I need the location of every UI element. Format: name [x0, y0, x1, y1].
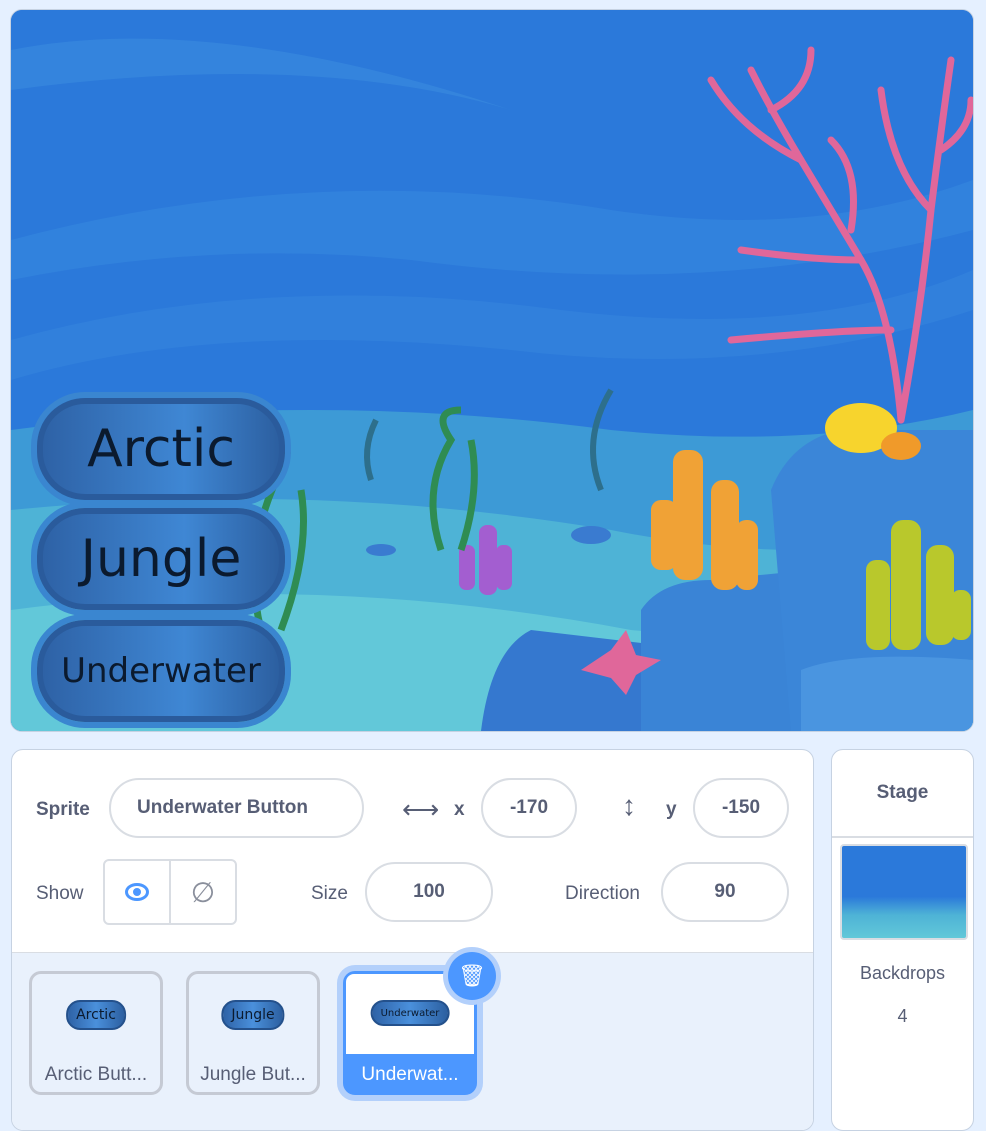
arctic-button-sprite[interactable]: Arctic	[37, 398, 285, 500]
sprite-thumbnail: Arctic	[66, 1000, 126, 1030]
x-label: x	[454, 799, 465, 820]
sprite-thumbnail: Underwater	[370, 1000, 450, 1026]
vertical-arrows-icon: ↕	[622, 790, 636, 821]
show-button[interactable]	[105, 861, 171, 923]
arctic-button-label: Arctic	[87, 419, 235, 479]
sprite-thumbnail: Jungle	[221, 1000, 285, 1030]
y-input[interactable]: -150	[693, 778, 789, 838]
show-label: Show	[36, 883, 84, 904]
stage-canvas[interactable]: Arctic Jungle Underwater	[10, 9, 974, 732]
y-label: y	[666, 799, 677, 820]
backdrop-thumbnail[interactable]	[840, 844, 968, 940]
sprite-tile-underwater[interactable]: Underwater Underwat... 🗑	[343, 952, 496, 1095]
sprite-list: Arctic Arctic Butt... Jungle Jungle But.…	[12, 952, 813, 1130]
sprite-tile-name: Arctic Butt...	[44, 1064, 148, 1085]
sprite-label: Sprite	[36, 799, 90, 820]
backdrops-count: 4	[897, 1006, 908, 1026]
sprite-name-input[interactable]: Underwater Button	[109, 778, 364, 838]
x-input[interactable]: -170	[481, 778, 577, 838]
trash-icon: 🗑	[458, 963, 486, 988]
size-input[interactable]: 100	[365, 862, 493, 922]
stage-selector-panel[interactable]: Stage Backdrops 4	[831, 749, 974, 1131]
direction-input[interactable]: 90	[661, 862, 789, 922]
horizontal-arrows-icon: ⟷	[402, 794, 440, 824]
underwater-button-label: Underwater	[61, 651, 261, 691]
visibility-toggle-group: ∅	[103, 859, 237, 925]
size-label: Size	[311, 883, 348, 904]
hide-button[interactable]: ∅	[171, 861, 235, 923]
backdrops-label: Backdrops	[859, 963, 946, 983]
underwater-button-sprite[interactable]: Underwater	[37, 620, 285, 722]
sprite-tile-jungle[interactable]: Jungle Jungle But...	[186, 971, 320, 1095]
direction-label: Direction	[565, 883, 640, 904]
eye-slash-icon: ∅	[190, 876, 216, 908]
jungle-button-label: Jungle	[80, 529, 242, 589]
sprite-tile-name: Underwat...	[361, 1064, 459, 1085]
jungle-button-sprite[interactable]: Jungle	[37, 508, 285, 610]
sprite-info-panel: Sprite Underwater Button ⟷ x -170 ↕ y -1…	[11, 749, 814, 1131]
delete-sprite-button[interactable]: 🗑	[448, 952, 496, 1000]
sprite-tile-arctic[interactable]: Arctic Arctic Butt...	[29, 971, 163, 1095]
sprite-tile-name: Jungle But...	[200, 1064, 306, 1085]
stage-title: Stage	[832, 750, 973, 838]
eye-icon	[125, 883, 149, 901]
